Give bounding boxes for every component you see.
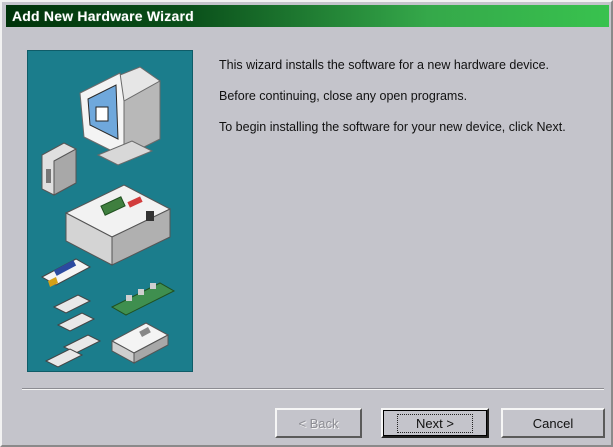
modem-icon xyxy=(110,322,170,364)
separator xyxy=(22,388,604,390)
intro-text: This wizard installs the software for a … xyxy=(219,58,550,72)
external-drive-icon xyxy=(41,142,77,196)
graphics-card-icon xyxy=(40,258,92,287)
next-button[interactable]: Next > xyxy=(381,408,489,438)
back-button[interactable]: < Back xyxy=(275,408,362,438)
computer-case-icon xyxy=(64,184,172,266)
network-card-icon xyxy=(110,282,176,316)
close-programs-text: Before continuing, close any open progra… xyxy=(219,89,468,103)
wizard-dialog: Add New Hardware Wizard This wizard inst… xyxy=(0,0,613,447)
window-title: Add New Hardware Wizard xyxy=(12,8,194,24)
next-button-label: Next > xyxy=(397,413,473,433)
monitor-icon xyxy=(79,66,161,166)
instructions-text: To begin installing the software for you… xyxy=(219,120,566,134)
chip-icon xyxy=(44,294,102,368)
hardware-illustration xyxy=(27,50,193,372)
cancel-button[interactable]: Cancel xyxy=(501,408,605,438)
title-bar[interactable]: Add New Hardware Wizard xyxy=(6,5,609,27)
wizard-content: This wizard installs the software for a … xyxy=(219,57,604,150)
